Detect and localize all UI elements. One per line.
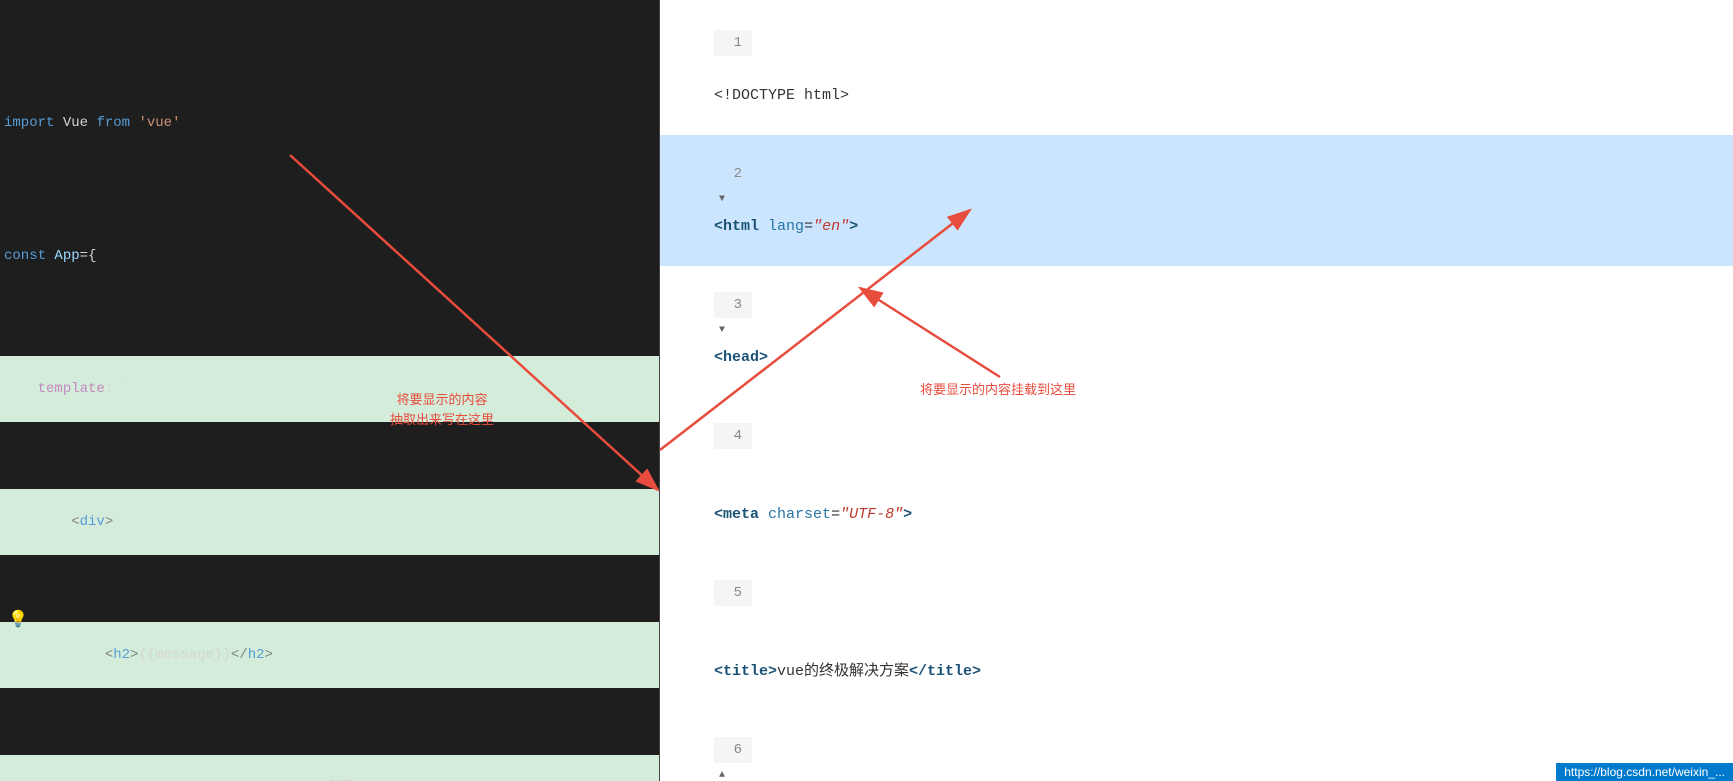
line-number-5: 5 — [714, 580, 752, 606]
code-line-2: const App={ — [0, 223, 659, 289]
line-number-2: 2 — [714, 161, 752, 187]
status-bar: https://blog.csdn.net/weixin_... — [1556, 763, 1733, 781]
code-line-5: <h2>{{message}}</h2> — [0, 622, 659, 688]
fold-4 — [714, 449, 730, 475]
code-line-1: import Vue from 'vue' — [0, 90, 659, 156]
line-number-6: 6 — [714, 737, 752, 763]
right-line-1: 1 <!DOCTYPE html> — [660, 4, 1733, 135]
right-line-3: 3 ▼ <head> — [660, 266, 1733, 397]
code-line-6: <button @click="btnClick">按钮</button> — [0, 755, 659, 781]
fold-1[interactable] — [714, 56, 730, 82]
url-text: https://blog.csdn.net/weixin_... — [1564, 765, 1725, 779]
code-line-4: <div> — [0, 489, 659, 555]
right-line-2: 2 ▼ <html lang="en"> — [660, 135, 1733, 266]
line-number-3: 3 — [714, 292, 752, 318]
line-number-1: 1 — [714, 30, 752, 56]
right-line-5: 5 <title>vue的终极解决方案</title> — [660, 554, 1733, 711]
left-code-panel: import Vue from 'vue' const App={ templa… — [0, 0, 660, 781]
right-code-panel: 1 <!DOCTYPE html> 2 ▼ <html lang="en"> 3… — [660, 0, 1733, 781]
fold-3[interactable]: ▼ — [714, 318, 730, 344]
fold-2[interactable]: ▼ — [714, 187, 730, 213]
lightbulb-icon: 💡 — [8, 609, 28, 629]
left-annotation: 将要显示的内容抽取出来写在这里 — [390, 390, 494, 429]
code-line-3: template: ` — [0, 356, 659, 422]
fold-6[interactable]: ▲ — [714, 763, 730, 781]
right-code-area: 1 <!DOCTYPE html> 2 ▼ <html lang="en"> 3… — [660, 0, 1733, 781]
left-code-area: import Vue from 'vue' const App={ templa… — [0, 0, 659, 781]
right-line-4: 4 <meta charset="UTF-8"> — [660, 397, 1733, 554]
line-number-4: 4 — [714, 423, 752, 449]
fold-5 — [714, 606, 730, 632]
right-annotation: 将要显示的内容挂载到这里 — [920, 380, 1076, 400]
